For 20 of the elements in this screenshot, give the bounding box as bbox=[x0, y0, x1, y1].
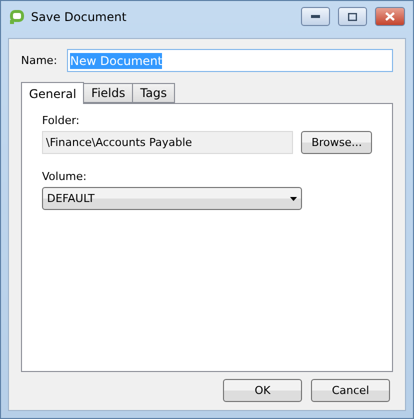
folder-label: Folder: bbox=[42, 114, 81, 127]
caret-icon bbox=[290, 196, 297, 200]
dialog-button[interactable]: Cancel bbox=[311, 379, 390, 402]
close-icon bbox=[385, 12, 395, 21]
app-logo-icon bbox=[9, 8, 25, 24]
name-label: Name: bbox=[21, 54, 58, 67]
window-title: Save Document bbox=[31, 10, 128, 24]
minimize-button[interactable] bbox=[301, 7, 330, 26]
tab[interactable]: Fields bbox=[83, 83, 134, 103]
folder-field[interactable]: \Finance\Accounts Payable bbox=[42, 131, 294, 154]
tab[interactable]: Tags bbox=[132, 83, 175, 103]
minimize-icon bbox=[311, 14, 320, 18]
browse-button[interactable]: Browse... bbox=[301, 131, 372, 154]
maximize-icon bbox=[348, 12, 357, 20]
close-button[interactable] bbox=[375, 7, 405, 26]
tab[interactable]: General bbox=[21, 82, 84, 104]
maximize-button[interactable] bbox=[338, 7, 367, 26]
volume-dropdown[interactable]: DEFAULT bbox=[42, 187, 302, 210]
volume-label: Volume: bbox=[42, 170, 88, 183]
dialog-button[interactable]: OK bbox=[223, 379, 302, 402]
